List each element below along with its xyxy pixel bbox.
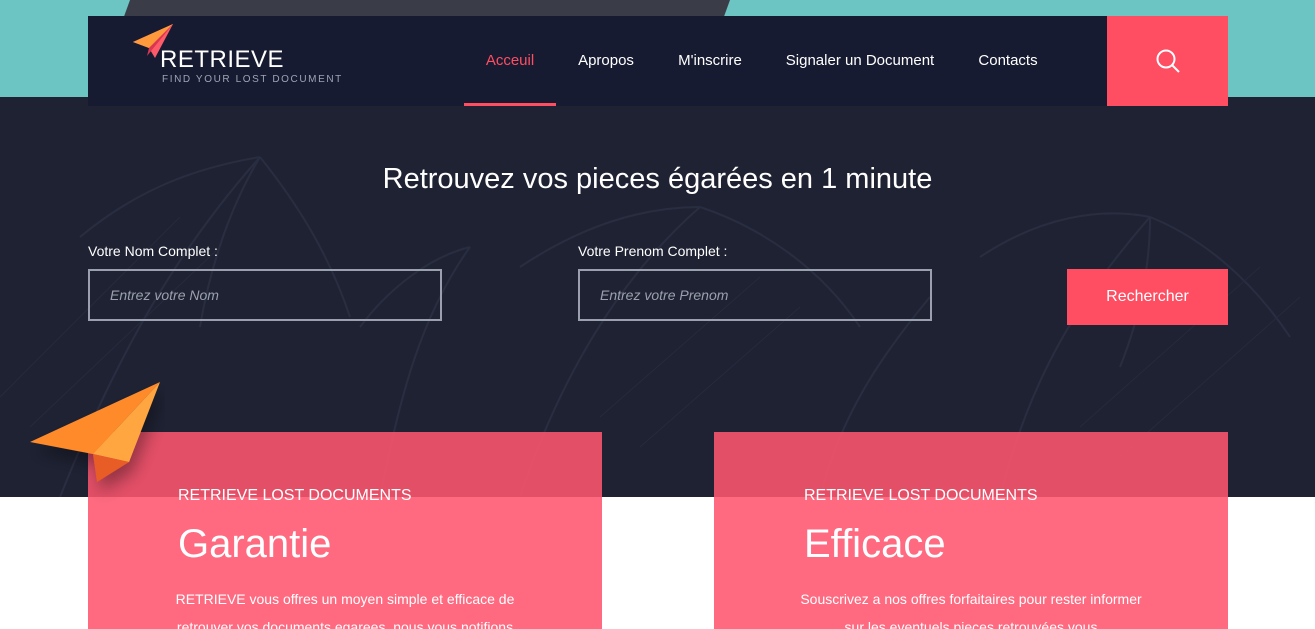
feature-card-garantie: RETRIEVE LOST DOCUMENTS Garantie RETRIEV… [88, 432, 602, 629]
card-title: Garantie [178, 522, 332, 566]
search-button[interactable] [1107, 16, 1228, 106]
feature-card-efficace: RETRIEVE LOST DOCUMENTS Efficace Souscri… [714, 432, 1228, 629]
nav-item-minscrire[interactable]: M'inscrire [670, 16, 750, 106]
card-title: Efficace [804, 522, 946, 566]
card-eyebrow: RETRIEVE LOST DOCUMENTS [178, 487, 412, 504]
paper-plane-decoration-icon [30, 382, 160, 482]
nav-item-contacts[interactable]: Contacts [970, 16, 1046, 106]
prenom-input[interactable] [578, 269, 932, 321]
nav-item-acceuil[interactable]: Acceuil [464, 16, 556, 106]
card-eyebrow: RETRIEVE LOST DOCUMENTS [804, 487, 1038, 504]
search-icon [1156, 49, 1180, 73]
rechercher-button[interactable]: Rechercher [1067, 269, 1228, 325]
nav-item-signaler-document[interactable]: Signaler un Document [778, 16, 942, 106]
brand-name[interactable]: RETRIEVE [160, 46, 284, 74]
hero-title: Retrouvez vos pieces égarées en 1 minute [382, 163, 933, 195]
card-text: Souscrivez a nos offres forfaitaires pou… [800, 591, 1142, 629]
nav-item-apropos[interactable]: Apropos [568, 16, 644, 106]
card-text: RETRIEVE vous offres un moyen simple et … [175, 591, 515, 629]
nom-input[interactable] [88, 269, 442, 321]
main-navbar: RETRIEVE FIND YOUR LOST DOCUMENT Acceuil… [88, 16, 1228, 106]
nom-label: Votre Nom Complet : [88, 243, 218, 259]
brand-tagline: FIND YOUR LOST DOCUMENT [162, 74, 343, 85]
prenom-label: Votre Prenom Complet : [578, 243, 728, 259]
